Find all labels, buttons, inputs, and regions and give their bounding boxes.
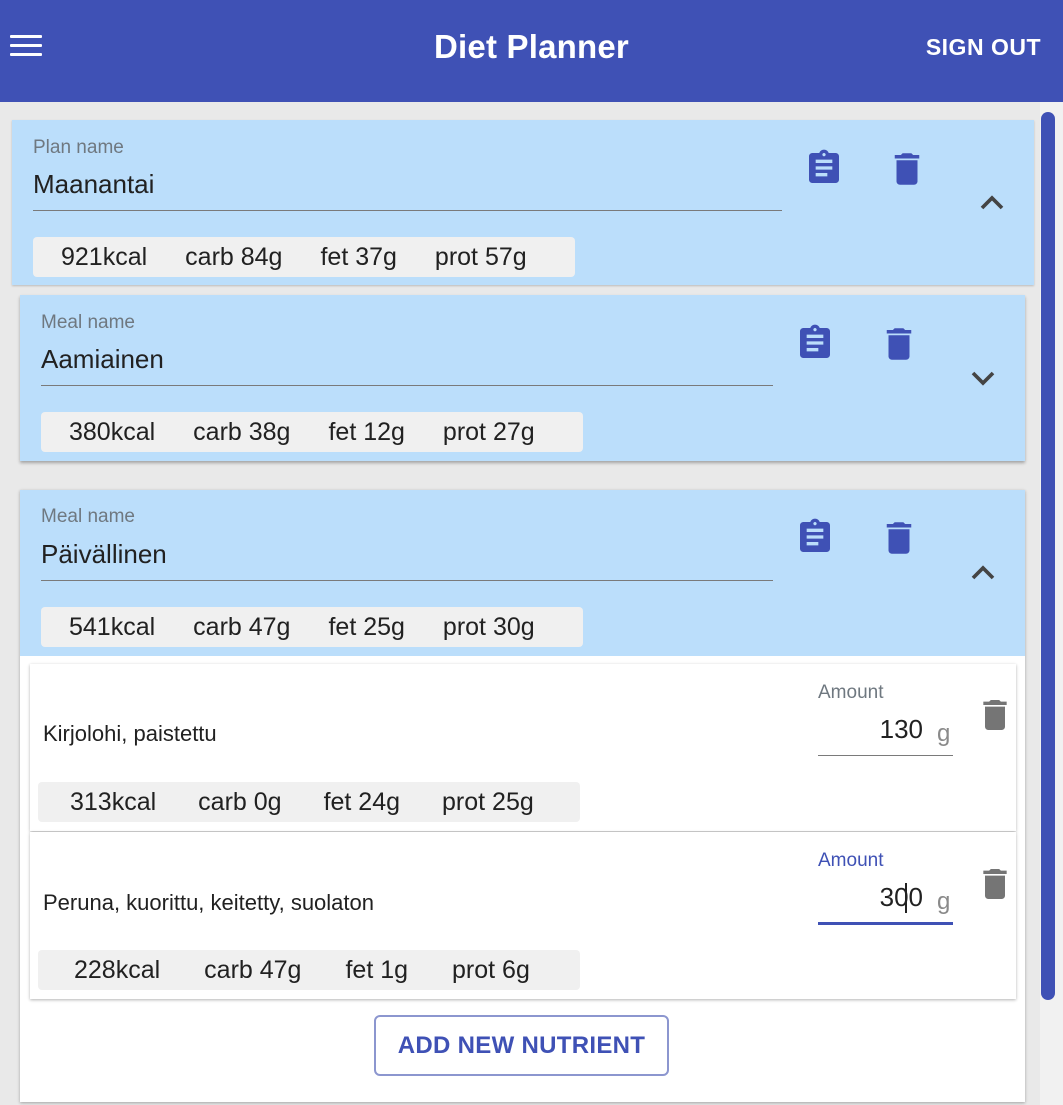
kcal-stat: 313kcal xyxy=(70,787,157,816)
kcal-stat: 380kcal xyxy=(69,417,156,446)
nutrient-stats: 228kcal carb 47g fet 1g prot 6g xyxy=(38,950,580,990)
amount-unit: g xyxy=(937,888,951,915)
clipboard-icon[interactable] xyxy=(795,517,835,557)
amount-input[interactable]: 300 xyxy=(818,882,923,913)
amount-input[interactable]: 130 xyxy=(818,714,923,745)
prot-stat: prot 25g xyxy=(442,787,534,816)
text-caret xyxy=(905,883,907,913)
kcal-stat: 541kcal xyxy=(69,612,156,641)
amount-unit: g xyxy=(937,720,951,747)
prot-stat: prot 57g xyxy=(434,242,527,271)
clipboard-icon[interactable] xyxy=(804,148,844,188)
meal-name-input[interactable]: Aamiainen xyxy=(41,344,164,375)
carb-stat: carb 84g xyxy=(185,242,283,271)
trash-icon[interactable] xyxy=(975,864,1015,904)
fat-stat: fet 24g xyxy=(323,787,401,816)
trash-icon[interactable] xyxy=(975,695,1015,735)
scrollbar-thumb[interactable] xyxy=(1041,112,1055,1000)
trash-icon[interactable] xyxy=(886,148,928,190)
carb-stat: carb 47g xyxy=(204,955,302,984)
meal-name-underline xyxy=(41,580,773,581)
prot-stat: prot 6g xyxy=(452,955,530,984)
meal-name-label: Meal name xyxy=(41,506,135,527)
clipboard-icon[interactable] xyxy=(795,323,835,363)
amount-label: Amount xyxy=(818,682,884,703)
plan-name-underline xyxy=(33,210,782,211)
nutrient-name: Peruna, kuorittu, keitetty, suolaton xyxy=(43,890,374,915)
kcal-stat: 921kcal xyxy=(61,242,148,271)
meal-stats: 380kcal carb 38g fet 12g prot 27g xyxy=(41,412,583,452)
app-bar: Diet Planner SIGN OUT xyxy=(0,0,1063,102)
meal-name-input[interactable]: Päivällinen xyxy=(41,539,167,570)
add-new-nutrient-button[interactable]: ADD NEW NUTRIENT xyxy=(374,1015,669,1076)
trash-icon[interactable] xyxy=(878,517,920,559)
trash-icon[interactable] xyxy=(878,323,920,365)
carb-stat: carb 0g xyxy=(198,787,282,816)
prot-stat: prot 27g xyxy=(442,417,535,446)
prot-stat: prot 30g xyxy=(442,612,535,641)
app-title: Diet Planner xyxy=(434,28,629,65)
plan-name-input[interactable]: Maanantai xyxy=(33,169,154,200)
fat-stat: fet 12g xyxy=(328,417,405,446)
meal-name-label: Meal name xyxy=(41,312,135,333)
chevron-down-icon[interactable] xyxy=(963,358,1003,398)
meal-stats: 541kcal carb 47g fet 25g prot 30g xyxy=(41,607,583,647)
fat-stat: fet 37g xyxy=(320,242,397,271)
chevron-up-icon[interactable] xyxy=(963,553,1003,593)
amount-underline xyxy=(818,922,953,925)
nutrient-stats: 313kcal carb 0g fet 24g prot 25g xyxy=(38,782,580,822)
fat-stat: fet 25g xyxy=(328,612,405,641)
sign-out-button[interactable]: SIGN OUT xyxy=(926,34,1041,61)
plan-name-label: Plan name xyxy=(33,137,124,158)
amount-label: Amount xyxy=(818,850,884,871)
amount-underline xyxy=(818,755,953,756)
plan-stats: 921kcal carb 84g fet 37g prot 57g xyxy=(33,237,575,277)
carb-stat: carb 47g xyxy=(193,612,291,641)
fat-stat: fet 1g xyxy=(345,955,409,984)
carb-stat: carb 38g xyxy=(193,417,291,446)
meal-name-underline xyxy=(41,385,773,386)
nutrient-name: Kirjolohi, paistettu xyxy=(43,721,217,746)
chevron-up-icon[interactable] xyxy=(972,183,1012,223)
kcal-stat: 228kcal xyxy=(74,955,161,984)
